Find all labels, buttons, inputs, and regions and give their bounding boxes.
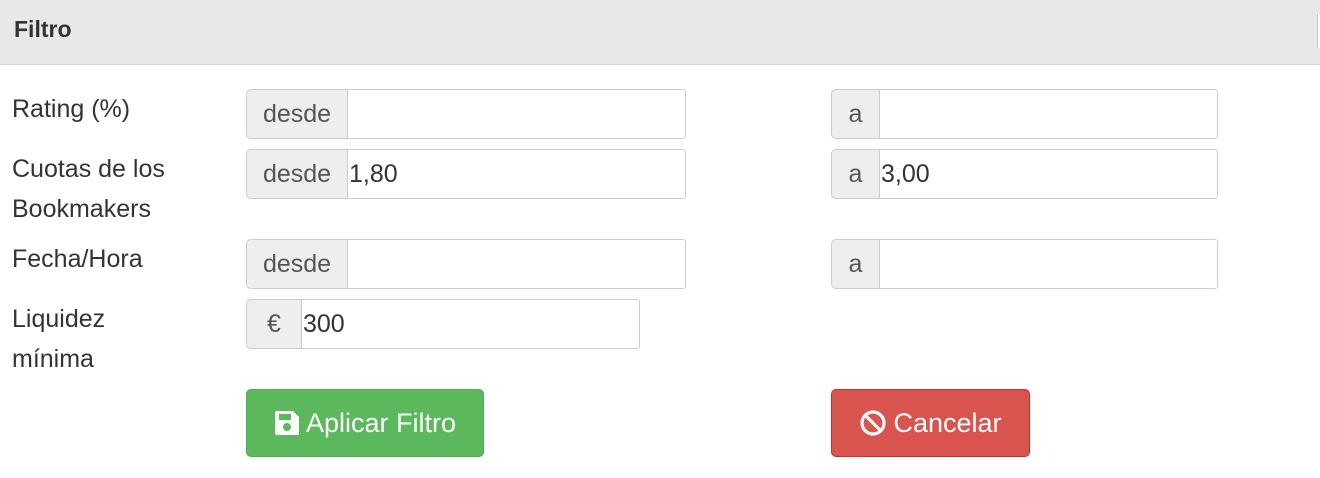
datetime-to-addon: a <box>831 239 879 289</box>
odds-label-line2: Bookmakers <box>12 195 151 223</box>
datetime-from-group: desde <box>246 239 686 289</box>
panel-title: Filtro <box>14 16 72 42</box>
odds-from-input[interactable] <box>347 149 686 199</box>
odds-to-addon: a <box>831 149 879 199</box>
liquidity-group: € <box>246 299 640 349</box>
datetime-from-addon: desde <box>246 239 347 289</box>
cancel-label: Cancelar <box>893 407 1002 438</box>
odds-to-group: a <box>831 149 1218 199</box>
apply-filter-label: Aplicar Filtro <box>305 407 457 438</box>
apply-filter-button[interactable]: Aplicar Filtro <box>246 389 484 457</box>
odds-from-addon: desde <box>246 149 347 199</box>
rating-to-input[interactable] <box>879 89 1218 139</box>
ban-icon <box>860 410 887 436</box>
rating-label: Rating (%) <box>12 95 131 123</box>
liquidity-label-line1: Liquidez <box>12 305 106 333</box>
datetime-to-input[interactable] <box>879 239 1218 289</box>
panel-heading: Filtro <box>0 0 1320 65</box>
rating-from-group: desde <box>246 89 686 139</box>
rating-from-addon: desde <box>246 89 347 139</box>
odds-from-group: desde <box>246 149 686 199</box>
euro-addon: € <box>246 299 301 349</box>
rating-to-addon: a <box>831 89 879 139</box>
odds-to-input[interactable] <box>879 149 1218 199</box>
cancel-button[interactable]: Cancelar <box>831 389 1030 457</box>
datetime-label: Fecha/Hora <box>12 245 143 273</box>
floppy-disk-icon <box>274 411 299 435</box>
rating-from-input[interactable] <box>347 89 686 139</box>
datetime-to-group: a <box>831 239 1218 289</box>
datetime-from-input[interactable] <box>347 239 686 289</box>
rating-to-group: a <box>831 89 1218 139</box>
liquidity-label-line2: mínima <box>12 345 94 373</box>
odds-label-line1: Cuotas de los <box>12 155 165 183</box>
liquidity-input[interactable] <box>301 299 640 349</box>
